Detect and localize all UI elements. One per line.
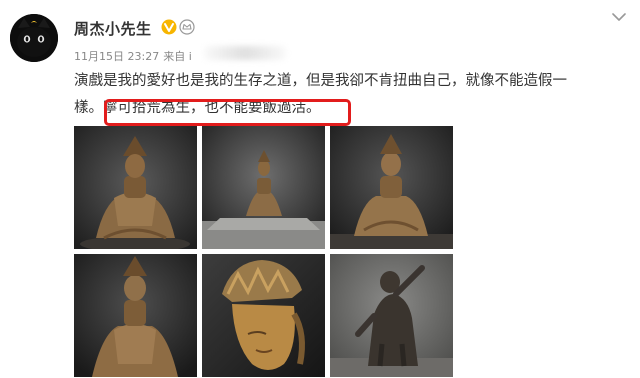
post-line-2-start: 樣。 bbox=[74, 100, 103, 116]
gallery-image-2[interactable] bbox=[202, 126, 325, 249]
post-line-1: 演戲是我的愛好也是我的生存之道，但是我卻不肯扭曲自己，就像不能造假一 bbox=[74, 73, 567, 89]
post-source[interactable]: 来自 i bbox=[163, 50, 192, 63]
post-meta: 11月15日 23:27 来自 i bbox=[74, 48, 192, 64]
bodhisattva-statue-closeup-image bbox=[74, 254, 197, 377]
guardian-figure-statue-image bbox=[330, 254, 453, 377]
verified-v-icon bbox=[161, 19, 177, 35]
seated-figure-in-gallery-image bbox=[202, 126, 325, 249]
member-crown-icon[interactable] bbox=[179, 19, 195, 35]
gallery-image-1[interactable] bbox=[74, 126, 197, 249]
seated-bodhisattva-side-image bbox=[330, 126, 453, 249]
gallery-image-4[interactable] bbox=[74, 254, 197, 377]
post-date[interactable]: 11月15日 23:27 bbox=[74, 50, 159, 63]
gallery-image-3[interactable] bbox=[330, 126, 453, 249]
avatar[interactable] bbox=[10, 14, 58, 62]
black-cat-avatar-icon bbox=[10, 14, 58, 62]
blurred-source-redaction bbox=[204, 46, 286, 60]
chevron-down-icon[interactable] bbox=[612, 12, 626, 22]
seated-bodhisattva-image bbox=[74, 126, 197, 249]
gallery-image-5[interactable] bbox=[202, 254, 325, 377]
crowned-head-profile-image bbox=[202, 254, 325, 377]
username[interactable]: 周杰小先生 bbox=[74, 18, 152, 39]
gallery-image-6[interactable] bbox=[330, 254, 453, 377]
highlight-box bbox=[104, 99, 351, 126]
